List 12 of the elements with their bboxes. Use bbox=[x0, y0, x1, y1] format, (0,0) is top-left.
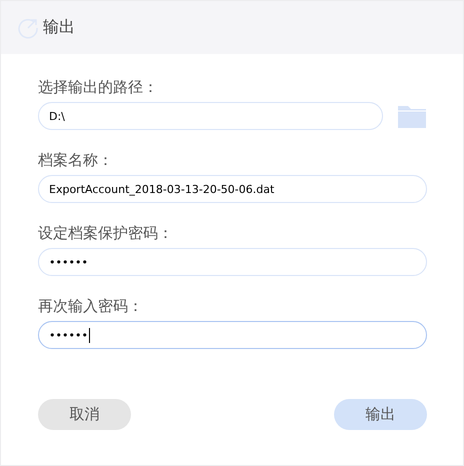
input-field[interactable]: •••••• bbox=[38, 248, 427, 276]
input-field[interactable]: ExportAccount_2018-03-13-20-50-06.dat bbox=[38, 175, 427, 203]
field-label: 档案名称： bbox=[38, 150, 113, 170]
field-label: 选择输出的路径： bbox=[38, 77, 158, 97]
field-label: 设定档案保护密码： bbox=[38, 223, 173, 243]
folder-icon[interactable] bbox=[397, 103, 427, 129]
cancel-button[interactable]: 取消 bbox=[38, 399, 131, 430]
field-label: 再次输入密码： bbox=[38, 296, 143, 316]
export-button[interactable]: 输出 bbox=[334, 399, 427, 430]
input-field[interactable]: D:\ bbox=[38, 102, 383, 130]
window-title: 输出 bbox=[43, 17, 75, 38]
input-field[interactable]: •••••• bbox=[38, 321, 427, 349]
